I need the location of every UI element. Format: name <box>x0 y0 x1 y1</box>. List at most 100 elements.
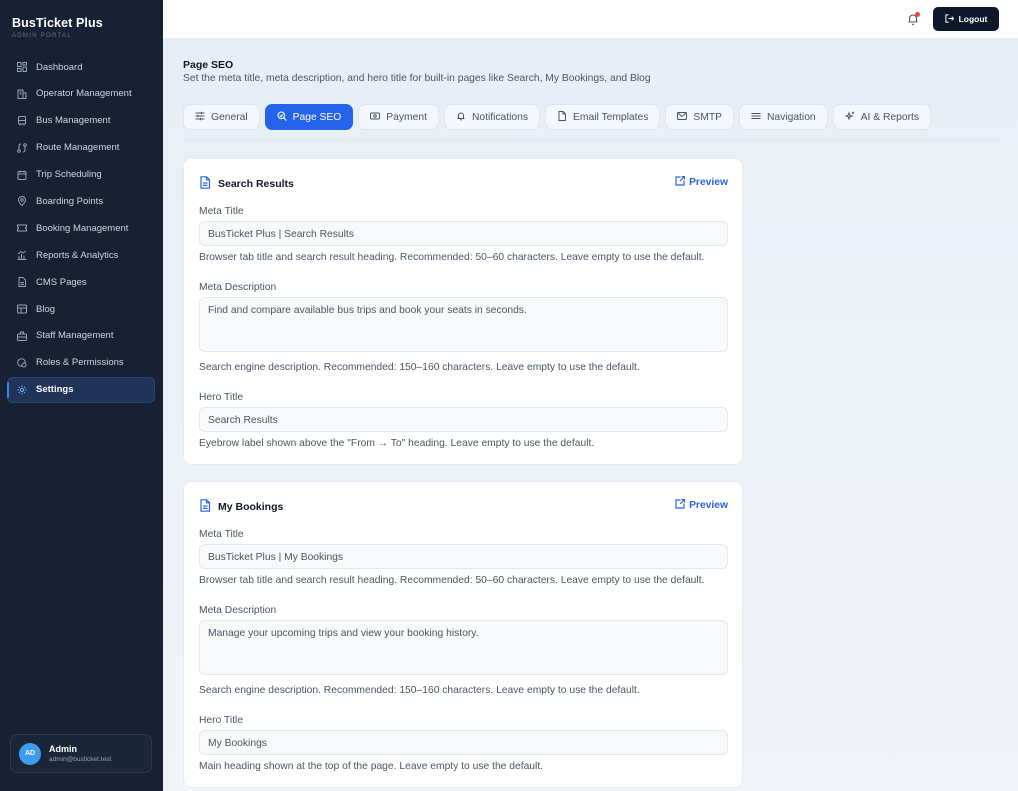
bus-icon <box>17 115 27 126</box>
bell-icon <box>456 111 466 124</box>
route-icon <box>17 142 27 153</box>
logout-icon <box>944 13 954 25</box>
sidebar-item-roles-permissions[interactable]: Roles & Permissions <box>7 350 155 376</box>
sidebar-item-dashboard[interactable]: Dashboard <box>7 54 155 80</box>
tab-label: AI & Reports <box>860 111 920 123</box>
gear-icon <box>17 385 27 395</box>
logout-label: Logout <box>958 14 988 24</box>
sidebar-item-booking-management[interactable]: Booking Management <box>7 215 155 241</box>
document-icon <box>199 176 211 192</box>
meta-title-label: Meta Title <box>199 529 244 540</box>
map-pin-icon <box>17 196 27 207</box>
tab-label: Email Templates <box>573 111 649 123</box>
sidebar-item-trip-scheduling[interactable]: Trip Scheduling <box>7 162 155 188</box>
avatar: AD <box>19 742 41 765</box>
building-icon <box>17 89 27 99</box>
hero-title-input[interactable]: My Bookings <box>199 730 728 755</box>
dashboard-icon <box>17 62 27 72</box>
user-email: admin@busticket.test <box>49 756 112 763</box>
external-link-icon <box>675 498 686 512</box>
meta-description-textarea[interactable]: Find and compare available bus trips and… <box>199 297 728 352</box>
sidebar-item-settings[interactable]: Settings <box>7 376 155 403</box>
meta-title-label: Meta Title <box>199 206 244 217</box>
sidebar-item-label: Trip Scheduling <box>36 169 102 181</box>
notifications-bell-icon[interactable] <box>906 12 920 26</box>
sidebar-item-blog[interactable]: Blog <box>7 296 155 322</box>
sidebar-item-boarding-points[interactable]: Boarding Points <box>7 188 155 214</box>
hero-title-label: Hero Title <box>199 392 244 403</box>
hero-title-input[interactable]: Search Results <box>199 407 728 432</box>
seo-search-icon <box>277 110 287 124</box>
page-title: Page SEO <box>183 59 234 71</box>
sidebar-item-label: Route Management <box>36 142 120 154</box>
sidebar-item-reports-analytics[interactable]: Reports & Analytics <box>7 242 155 268</box>
sidebar-item-label: Reports & Analytics <box>36 249 119 261</box>
brand-subtitle: ADMIN PORTAL <box>12 33 73 39</box>
sidebar-item-staff-management[interactable]: Staff Management <box>7 323 155 349</box>
ticket-icon <box>17 223 27 233</box>
meta-title-input[interactable]: BusTicket Plus | My Bookings <box>199 544 728 569</box>
shield-icon <box>17 357 27 368</box>
user-card[interactable]: AD Admin admin@busticket.test <box>10 734 152 773</box>
sidebar-item-label: Roles & Permissions <box>36 357 124 369</box>
logout-button[interactable]: Logout <box>933 7 999 31</box>
tab-label: Navigation <box>767 111 816 123</box>
external-link-icon <box>675 175 686 189</box>
sidebar-item-cms-pages[interactable]: CMS Pages <box>7 269 155 295</box>
user-meta: Admin admin@busticket.test <box>49 744 111 763</box>
preview-label: Preview <box>689 177 728 188</box>
hero-title-help: Main heading shown at the top of the pag… <box>199 761 544 772</box>
meta-title-help: Browser tab title and search result head… <box>199 252 705 263</box>
page-subtitle: Set the meta title, meta description, an… <box>183 73 651 84</box>
sidebar-item-bus-management[interactable]: Bus Management <box>7 108 155 134</box>
sidebar-item-operator-management[interactable]: Operator Management <box>7 81 155 107</box>
file-icon <box>17 277 27 288</box>
chart-icon <box>17 250 27 261</box>
sidebar-item-label: Bus Management <box>36 115 111 127</box>
tab-ai-reports[interactable]: AI & Reports <box>832 104 932 130</box>
tab-label: Payment <box>386 111 427 123</box>
tab-notifications[interactable]: Notifications <box>443 104 541 130</box>
sidebar-item-label: Booking Management <box>36 222 129 234</box>
meta-description-label: Meta Description <box>199 605 277 616</box>
tabs-divider <box>183 139 998 140</box>
preview-link[interactable]: Preview <box>675 175 728 189</box>
sidebar: BusTicket Plus ADMIN PORTAL Dashboard Op… <box>0 0 163 791</box>
tab-payment[interactable]: Payment <box>358 104 439 130</box>
meta-description-textarea[interactable]: Manage your upcoming trips and view your… <box>199 620 728 675</box>
tab-general[interactable]: General <box>183 104 260 130</box>
card-title: My Bookings <box>218 501 284 513</box>
sidebar-item-label: Blog <box>36 303 56 315</box>
sidebar-item-label: CMS Pages <box>36 276 87 288</box>
user-name: Admin <box>49 744 77 754</box>
tab-navigation[interactable]: Navigation <box>739 104 828 130</box>
card-header: My Bookings <box>199 499 283 515</box>
meta-title-input[interactable]: BusTicket Plus | Search Results <box>199 221 728 246</box>
briefcase-icon <box>17 331 27 341</box>
sparkle-icon <box>844 111 855 124</box>
main-content: Page SEO Set the meta title, meta descri… <box>163 38 1018 791</box>
sidebar-item-label: Staff Management <box>36 330 114 342</box>
settings-tabs: General Page SEO Payment Notifications E… <box>183 104 932 130</box>
brand[interactable]: BusTicket Plus ADMIN PORTAL <box>12 16 103 39</box>
meta-description-help: Search engine description. Recommended: … <box>199 362 640 373</box>
topbar: Logout <box>163 0 1018 38</box>
card-header: Search Results <box>199 176 294 192</box>
sidebar-item-route-management[interactable]: Route Management <box>7 135 155 161</box>
meta-description-help: Search engine description. Recommended: … <box>199 685 640 696</box>
tab-smtp[interactable]: SMTP <box>665 104 734 130</box>
sidebar-nav: Dashboard Operator Management Bus Manage… <box>7 54 155 404</box>
meta-title-help: Browser tab title and search result head… <box>199 575 705 586</box>
menu-icon <box>751 111 761 124</box>
tab-page-seo[interactable]: Page SEO <box>264 104 354 130</box>
calendar-icon <box>17 170 27 180</box>
card-title: Search Results <box>218 178 294 190</box>
sidebar-item-label: Operator Management <box>36 88 132 100</box>
tab-email-templates[interactable]: Email Templates <box>545 104 661 130</box>
money-icon <box>370 111 381 124</box>
newspaper-icon <box>17 304 27 314</box>
preview-link[interactable]: Preview <box>675 498 728 512</box>
hero-title-help: Eyebrow label shown above the "From → To… <box>199 438 595 449</box>
tab-label: SMTP <box>693 111 722 123</box>
hero-title-label: Hero Title <box>199 715 244 726</box>
